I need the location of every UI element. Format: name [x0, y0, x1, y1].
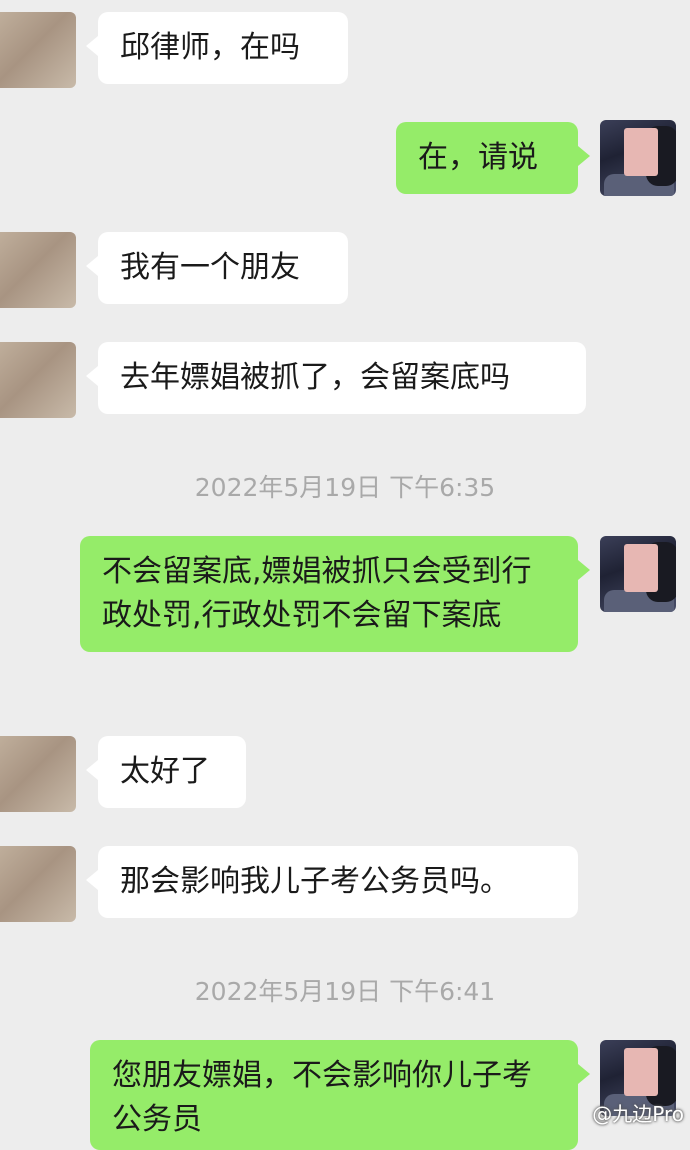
chat-timestamp: 2022年5月19日 下午6:35 — [194, 473, 496, 502]
contact-avatar[interactable] — [0, 846, 76, 922]
message-bubble-outgoing: 不会留案底,嫖娼被抓只会受到行政处罚,行政处罚不会留下案底 — [80, 536, 590, 652]
contact-avatar[interactable] — [0, 736, 76, 812]
chat-timestamp: 2022年5月19日 下午6:41 — [194, 977, 496, 1006]
message-bubble-incoming: 我有一个朋友 — [86, 232, 348, 304]
message-bubble-outgoing: 您朋友嫖娼，不会影响你儿子考公务员 — [90, 1040, 590, 1150]
avatar-blurred-face — [624, 1048, 658, 1096]
message-bubble-incoming: 去年嫖娼被抓了，会留案底吗 — [86, 342, 586, 414]
message-bubble-incoming: 邱律师，在吗 — [86, 12, 348, 84]
message-bubble-incoming: 太好了 — [86, 736, 246, 808]
message-bubble-incoming: 那会影响我儿子考公务员吗。 — [86, 846, 578, 918]
contact-avatar[interactable] — [0, 342, 76, 418]
avatar-blurred-face — [624, 544, 658, 592]
contact-avatar[interactable] — [0, 12, 76, 88]
contact-avatar[interactable] — [0, 232, 76, 308]
user-avatar[interactable] — [600, 536, 676, 612]
avatar-blurred-face — [624, 128, 658, 176]
watermark-label: @九边Pro — [592, 1102, 684, 1126]
message-bubble-outgoing: 在，请说 — [396, 122, 590, 194]
user-avatar[interactable] — [600, 120, 676, 196]
